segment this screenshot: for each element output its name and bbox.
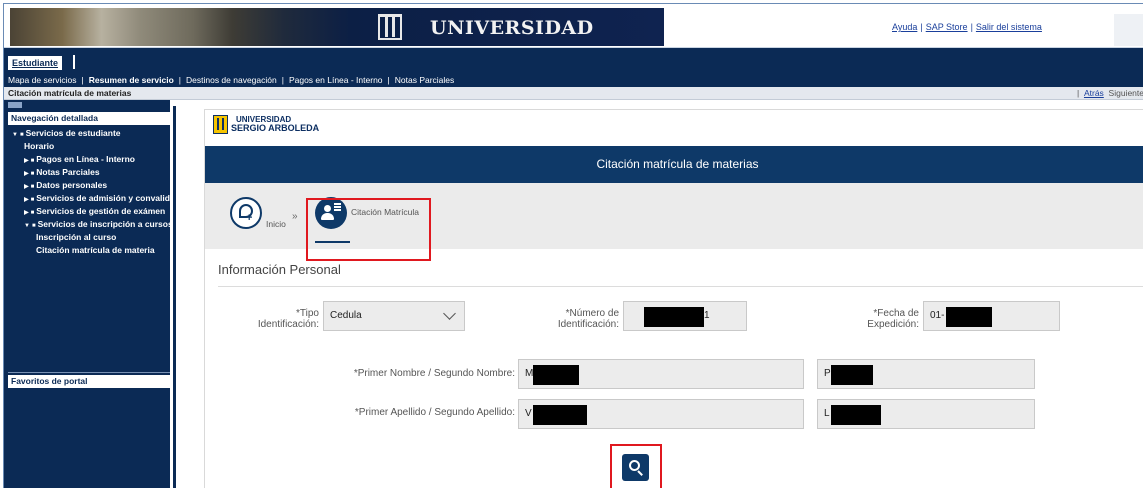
nav-item-pagos[interactable]: Pagos en Línea - Interno bbox=[289, 75, 383, 85]
tree-item-pagos[interactable]: ▶ ■ Pagos en Línea - Interno bbox=[24, 154, 170, 164]
folder-icon: ■ bbox=[30, 184, 35, 190]
sap-store-link[interactable]: SAP Store bbox=[926, 22, 968, 32]
main-content: UNIVERSIDAD SERGIO ARBOLEDA Citación mat… bbox=[180, 100, 1143, 488]
highlight-box-step bbox=[306, 198, 431, 261]
collapse-triangle-icon: ▼ bbox=[12, 132, 18, 138]
redacted-second-name bbox=[831, 365, 873, 385]
segundo-apellido-field[interactable]: L bbox=[817, 399, 1035, 429]
step-inicio-button[interactable]: + bbox=[230, 197, 262, 229]
service-nav: Mapa de servicios | Resumen de servicio | De… bbox=[4, 75, 1143, 87]
primer-apellido-value: V bbox=[525, 408, 532, 419]
folder-icon: ■ bbox=[30, 171, 35, 177]
tree-item-horario[interactable]: Horario bbox=[24, 141, 170, 151]
detailed-nav-header: Navegación detallada bbox=[8, 112, 170, 125]
step-inicio-label: Inicio bbox=[266, 219, 286, 229]
university-crest-icon bbox=[378, 14, 402, 40]
tree-item-admision[interactable]: ▶ ■ Servicios de admisión y convalid bbox=[24, 193, 170, 203]
section-divider bbox=[218, 286, 1143, 287]
app-brand-bar: UNIVERSIDAD SERGIO ARBOLEDA bbox=[205, 110, 1143, 146]
university-logo-text: UNIVERSIDAD SERGIO ARBOLEDA bbox=[231, 115, 320, 133]
tree-item-examenes[interactable]: ▶ ■ Servicios de gestión de exámen bbox=[24, 206, 170, 216]
folder-icon: ■ bbox=[30, 210, 35, 216]
university-logo-icon bbox=[213, 115, 228, 134]
tree-item-servicios-estudiante[interactable]: ▼ ■ Servicios de estudiante bbox=[12, 128, 170, 138]
tree-item-inscripcion-curso[interactable]: Inscripción al curso bbox=[36, 232, 170, 242]
header-links: Ayuda | SAP Store | Salir del sistema bbox=[672, 14, 1114, 46]
expand-triangle-icon: ▶ bbox=[24, 184, 29, 190]
role-tab-label: Estudiante bbox=[12, 58, 59, 68]
numero-identificacion-label: *Número de Identificación: bbox=[557, 308, 619, 330]
primer-nombre-field[interactable]: M bbox=[518, 359, 804, 389]
tipo-identificacion-value: Cedula bbox=[330, 310, 362, 321]
help-link[interactable]: Ayuda bbox=[892, 22, 917, 32]
banner-title: UNIVERSIDAD bbox=[430, 17, 594, 39]
back-link[interactable]: Atrás bbox=[1084, 88, 1104, 98]
redacted-second-surname bbox=[831, 405, 881, 425]
tipo-identificacion-label: *Tipo Identificación: bbox=[257, 308, 319, 330]
segundo-apellido-value: L bbox=[824, 408, 830, 419]
chevron-down-icon bbox=[443, 307, 456, 320]
role-tab-estudiante[interactable]: Estudiante bbox=[8, 56, 63, 70]
numero-identificacion-value: 1 bbox=[704, 310, 710, 321]
university-banner: UNIVERSIDAD bbox=[10, 8, 664, 46]
expand-triangle-icon: ▶ bbox=[24, 171, 29, 177]
favorites-header[interactable]: Favoritos de portal bbox=[8, 375, 170, 388]
expand-triangle-icon: ▶ bbox=[24, 210, 29, 216]
expand-triangle-icon: ▶ bbox=[24, 197, 29, 203]
nav-divider bbox=[8, 372, 170, 373]
next-link[interactable]: Siguiente bbox=[1109, 88, 1143, 98]
tipo-identificacion-select[interactable]: Cedula bbox=[323, 301, 465, 331]
expand-triangle-icon: ▶ bbox=[24, 158, 29, 164]
history-nav: | Atrás Siguiente bbox=[1077, 88, 1143, 98]
tree-item-inscripcion[interactable]: ▼ ■ Servicios de inscripción a cursos bbox=[24, 219, 170, 229]
header-right-panel bbox=[1114, 14, 1143, 46]
search-button[interactable] bbox=[622, 454, 649, 481]
fecha-expedicion-label: *Fecha de Expedición: bbox=[867, 308, 919, 330]
nav-item-mapa[interactable]: Mapa de servicios bbox=[8, 75, 77, 85]
redacted-number bbox=[644, 307, 704, 327]
portal-header: UNIVERSIDAD Ayuda | SAP Store | Salir del si… bbox=[4, 4, 1143, 48]
segundo-nombre-field[interactable]: P bbox=[817, 359, 1035, 389]
logout-link[interactable]: Salir del sistema bbox=[976, 22, 1042, 32]
segundo-nombre-value: P bbox=[824, 368, 831, 379]
nav-item-notas[interactable]: Notas Parciales bbox=[395, 75, 455, 85]
apellido-label: *Primer Apellido / Segundo Apellido: bbox=[354, 407, 515, 418]
portal-window: UNIVERSIDAD Ayuda | SAP Store | Salir del si… bbox=[3, 3, 1143, 488]
redacted-first-name bbox=[533, 365, 579, 385]
fecha-expedicion-field[interactable]: 01- bbox=[923, 301, 1060, 331]
fecha-expedicion-value: 01- bbox=[930, 310, 945, 321]
nav-item-resumen[interactable]: Resumen de servicio bbox=[89, 75, 174, 85]
redacted-first-surname bbox=[533, 405, 587, 425]
app-title: Citación matrícula de materias bbox=[205, 146, 1143, 183]
folder-icon: ■ bbox=[31, 223, 36, 229]
folder-icon: ■ bbox=[30, 197, 35, 203]
folder-icon: ■ bbox=[19, 132, 24, 138]
tree-item-datos-personales[interactable]: ▶ ■ Datos personales bbox=[24, 180, 170, 190]
panel-grip[interactable] bbox=[8, 102, 22, 108]
folder-icon: ■ bbox=[30, 158, 35, 164]
panel-splitter[interactable] bbox=[170, 100, 180, 488]
role-bar: Estudiante bbox=[4, 48, 1143, 75]
nav-item-destinos[interactable]: Destinos de navegación bbox=[186, 75, 277, 85]
tree-item-notas[interactable]: ▶ ■ Notas Parciales bbox=[24, 167, 170, 177]
tree-item-citacion-selected[interactable]: Citación matrícula de materia bbox=[36, 245, 170, 255]
section-title: Información Personal bbox=[218, 262, 341, 277]
redacted-date bbox=[946, 307, 992, 327]
breadcrumb-bar: Citación matrícula de materias | Atrás S… bbox=[4, 87, 1143, 100]
nombre-label: *Primer Nombre / Segundo Nombre: bbox=[353, 368, 515, 379]
numero-identificacion-field[interactable]: 1 bbox=[623, 301, 747, 331]
history-separator: | bbox=[1077, 88, 1080, 98]
collapse-triangle-icon: ▼ bbox=[24, 223, 30, 229]
primer-apellido-field[interactable]: V bbox=[518, 399, 804, 429]
role-tab-divider bbox=[73, 55, 75, 69]
page-title: Citación matrícula de materias bbox=[8, 88, 132, 98]
application-card: UNIVERSIDAD SERGIO ARBOLEDA Citación mat… bbox=[204, 109, 1143, 488]
step-arrow-icon: » bbox=[292, 211, 298, 222]
